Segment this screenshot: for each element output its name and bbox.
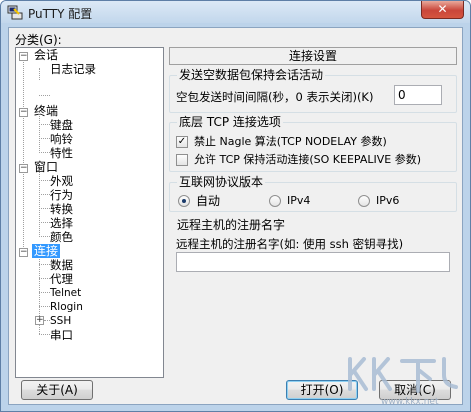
tree-item-keyboard[interactable]: 键盘 bbox=[50, 118, 73, 132]
tree-item-label: 窗口 bbox=[34, 160, 59, 174]
tree-item-behaviour[interactable]: 行为 bbox=[50, 188, 73, 202]
tree-item-ssh[interactable]: SSH bbox=[50, 314, 71, 328]
keepalive-interval-label: 空包发送时间间隔(秒，0 表示关闭)(K) bbox=[176, 90, 374, 104]
ip-auto-radio-label: 自动 bbox=[196, 194, 221, 208]
keepalive-group: 发送空数据包保持会话活动 空包发送时间间隔(秒，0 表示关闭)(K) 0 bbox=[169, 68, 457, 113]
tree-expander-window[interactable]: − bbox=[19, 164, 28, 173]
close-icon: ✕ bbox=[437, 2, 448, 16]
tree-item-bell[interactable]: 响铃 bbox=[50, 132, 73, 146]
tree-line bbox=[39, 180, 50, 181]
tree-item-colours[interactable]: 颜色 bbox=[50, 230, 73, 244]
tree-item-label: Telnet bbox=[50, 287, 82, 299]
tree-item-features[interactable]: 特性 bbox=[50, 146, 73, 160]
dialog-client-area: 分类(G): − − − − + 会话 日志记录 终端 键盘 响铃 特性 窗口 … bbox=[8, 27, 463, 405]
tree-item-session[interactable]: 会话 bbox=[34, 48, 58, 62]
panel-header: 连接设置 bbox=[169, 47, 457, 65]
putty-app-icon bbox=[7, 5, 23, 20]
tcp-keepalive-checkbox[interactable] bbox=[176, 154, 188, 166]
tree-line bbox=[39, 168, 40, 237]
tree-item-proxy[interactable]: 代理 bbox=[50, 272, 73, 286]
close-window-button[interactable]: ✕ bbox=[421, 1, 464, 19]
tree-expander-connection[interactable]: − bbox=[19, 248, 28, 257]
tree-item-label: 键盘 bbox=[50, 118, 73, 132]
tree-line bbox=[39, 95, 50, 96]
about-button[interactable]: 关于(A) bbox=[21, 380, 93, 400]
category-tree[interactable]: − − − − + 会话 日志记录 终端 键盘 响铃 特性 窗口 外观 行为 转… bbox=[15, 47, 164, 378]
tree-item-selection[interactable]: 选择 bbox=[50, 216, 73, 230]
tree-expander-session[interactable]: − bbox=[19, 52, 28, 61]
tree-expander-terminal[interactable]: − bbox=[19, 108, 28, 117]
tree-line bbox=[39, 112, 40, 153]
tree-item-label: 终端 bbox=[34, 104, 59, 118]
watermark-url: www.kkx.net bbox=[381, 397, 439, 407]
putty-window: PuTTY 配置 ✕ 分类(G): − − − − + 会话 日志记录 终端 键… bbox=[0, 0, 471, 412]
keepalive-group-title: 发送空数据包保持会话活动 bbox=[177, 68, 326, 82]
tcp-options-group-title: 底层 TCP 连接选项 bbox=[177, 115, 283, 129]
ip-auto-radio[interactable] bbox=[178, 195, 190, 207]
tree-item-label: Rlogin bbox=[50, 301, 83, 313]
tree-line bbox=[39, 194, 50, 195]
ipv6-radio-label: IPv6 bbox=[376, 194, 400, 207]
nagle-checkbox[interactable]: ✓ bbox=[176, 136, 188, 148]
tree-line bbox=[39, 68, 40, 80]
ip-version-group: 互联网协议版本 自动 IPv4 IPv6 bbox=[169, 175, 457, 212]
tree-line bbox=[23, 54, 24, 255]
ip-version-group-title: 互联网协议版本 bbox=[177, 175, 266, 189]
tree-line bbox=[39, 334, 50, 335]
tree-item-window[interactable]: 窗口 bbox=[34, 160, 58, 174]
title-bar[interactable]: PuTTY 配置 ✕ bbox=[1, 1, 470, 23]
ipv6-radio[interactable] bbox=[358, 195, 370, 207]
tree-item-label: 日志记录 bbox=[50, 62, 96, 76]
tree-line bbox=[39, 264, 50, 265]
tree-item-label: 会话 bbox=[34, 48, 59, 62]
tcp-options-group: 底层 TCP 连接选项 ✓ 禁止 Nagle 算法(TCP NODELAY 参数… bbox=[169, 115, 457, 172]
tree-item-serial[interactable]: 串口 bbox=[50, 328, 73, 342]
tree-line bbox=[39, 152, 50, 153]
tree-item-label: 行为 bbox=[50, 188, 73, 202]
tree-item-appearance[interactable]: 外观 bbox=[50, 174, 73, 188]
tree-line bbox=[39, 306, 50, 307]
tree-item-label: SSH bbox=[50, 315, 72, 327]
tree-line bbox=[39, 278, 50, 279]
tree-item-label: 响铃 bbox=[50, 132, 73, 146]
tcp-keepalive-checkbox-label: 允许 TCP 保持活动连接(SO KEEPALIVE 参数) bbox=[194, 153, 422, 166]
tree-item-connection[interactable]: 连接 bbox=[32, 244, 61, 258]
window-title: PuTTY 配置 bbox=[28, 7, 93, 21]
tree-item-logging[interactable]: 日志记录 bbox=[50, 62, 96, 76]
tree-line bbox=[39, 124, 50, 125]
tree-line bbox=[39, 222, 50, 223]
tree-line bbox=[39, 138, 50, 139]
tree-item-label: 颜色 bbox=[50, 230, 73, 244]
tree-item-translation[interactable]: 转换 bbox=[50, 202, 73, 216]
tree-item-label: 代理 bbox=[50, 272, 73, 286]
nagle-checkbox-label: 禁止 Nagle 算法(TCP NODELAY 参数) bbox=[194, 135, 387, 148]
tree-item-label: 外观 bbox=[50, 174, 73, 188]
tree-expander-ssh[interactable]: + bbox=[35, 316, 44, 325]
tree-line bbox=[39, 236, 50, 237]
kk-download-watermark-logo bbox=[348, 357, 458, 393]
tree-item-label: 转换 bbox=[50, 202, 73, 216]
tree-item-terminal[interactable]: 终端 bbox=[34, 104, 58, 118]
tree-item-label: 连接 bbox=[32, 244, 61, 258]
remote-host-input[interactable] bbox=[176, 252, 450, 272]
ipv4-radio-label: IPv4 bbox=[287, 194, 311, 207]
tree-item-label: 特性 bbox=[50, 146, 73, 160]
ipv4-radio[interactable] bbox=[269, 195, 281, 207]
tree-item-label: 串口 bbox=[50, 328, 73, 342]
tree-item-rlogin[interactable]: Rlogin bbox=[50, 300, 83, 314]
category-label: 分类(G): bbox=[15, 33, 62, 47]
tree-item-label: 数据 bbox=[50, 258, 73, 272]
tree-line bbox=[39, 292, 50, 293]
remote-host-label: 远程主机的注册名字(如: 使用 ssh 密钥寻找) bbox=[176, 237, 404, 251]
tree-item-telnet[interactable]: Telnet bbox=[50, 286, 81, 300]
keepalive-interval-input[interactable]: 0 bbox=[394, 85, 442, 105]
tree-line bbox=[39, 208, 50, 209]
tree-item-data[interactable]: 数据 bbox=[50, 258, 73, 272]
tree-item-label: 选择 bbox=[50, 216, 73, 230]
remote-host-group-title: 远程主机的注册名字 bbox=[175, 218, 288, 232]
remote-host-group: 远程主机的注册名字 远程主机的注册名字(如: 使用 ssh 密钥寻找) bbox=[169, 218, 457, 273]
